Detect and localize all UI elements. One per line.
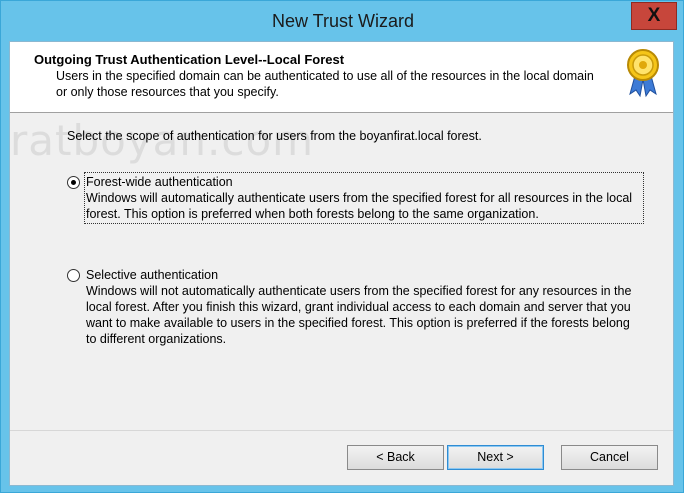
forest-wide-radio[interactable] (67, 176, 80, 189)
page-title: Outgoing Trust Authentication Level--Loc… (34, 52, 345, 67)
wizard-page: Outgoing Trust Authentication Level--Loc… (9, 41, 674, 486)
forest-wide-option-body[interactable]: Forest-wide authentication Windows will … (84, 172, 644, 224)
window-title: New Trust Wizard (271, 11, 415, 31)
wizard-window: New Trust Wizard X Outgoing Trust Authen… (0, 0, 684, 493)
selective-description: Windows will not automatically authentic… (86, 284, 632, 346)
wizard-header: Outgoing Trust Authentication Level--Loc… (10, 42, 673, 113)
next-button[interactable]: Next > (447, 445, 544, 470)
forest-wide-description: Windows will automatically authenticate … (86, 191, 633, 221)
selective-option-body[interactable]: Selective authentication Windows will no… (86, 267, 642, 347)
selective-label[interactable]: Selective authentication (86, 267, 642, 283)
award-certificate-icon (622, 44, 664, 100)
footer-divider (10, 430, 673, 431)
close-button[interactable]: X (631, 2, 677, 30)
cancel-button[interactable]: Cancel (561, 445, 658, 470)
selective-radio[interactable] (67, 269, 80, 282)
page-description: Users in the specified domain can be aut… (56, 69, 594, 99)
back-button[interactable]: < Back (347, 445, 444, 470)
forest-wide-label[interactable]: Forest-wide authentication (86, 174, 642, 190)
scope-prompt: Select the scope of authentication for u… (67, 129, 482, 143)
